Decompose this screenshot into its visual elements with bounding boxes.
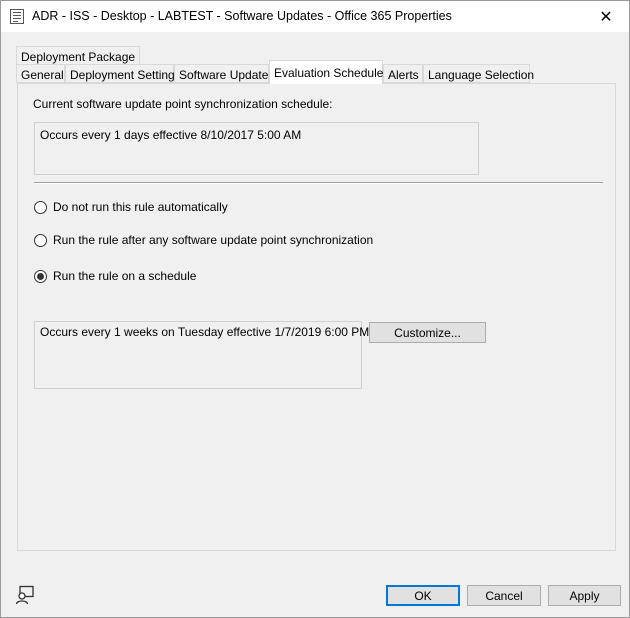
close-button[interactable]: ✕ [583, 1, 629, 32]
properties-dialog: ADR - ISS - Desktop - LABTEST - Software… [0, 0, 630, 618]
radio-button[interactable] [34, 233, 47, 247]
title-bar: ADR - ISS - Desktop - LABTEST - Software… [1, 1, 629, 32]
tab-general[interactable]: General [16, 64, 65, 83]
tab-language-selection[interactable]: Language Selection [423, 64, 534, 83]
close-icon: ✕ [599, 8, 613, 26]
rule-schedule-text: Occurs every 1 weeks on Tuesday effectiv… [40, 325, 370, 339]
radio-button[interactable] [34, 200, 47, 214]
tab-deployment-settings[interactable]: Deployment Settings [65, 64, 181, 83]
sync-schedule-text: Occurs every 1 days effective 8/10/2017 … [40, 128, 302, 142]
tab-evaluation-schedule[interactable]: Evaluation Schedule [269, 60, 383, 84]
ok-button[interactable]: OK [386, 585, 460, 606]
radio-do-not-run[interactable]: Do not run this rule automatically [34, 200, 228, 214]
radio-label: Run the rule after any software update p… [53, 233, 374, 247]
cancel-button[interactable]: Cancel [467, 585, 541, 606]
radio-run-after-sync[interactable]: Run the rule after any software update p… [34, 233, 373, 247]
radio-run-on-schedule[interactable]: Run the rule on a schedule [34, 269, 196, 283]
radio-label: Run the rule on a schedule [53, 269, 197, 283]
radio-label: Do not run this rule automatically [53, 200, 228, 214]
sync-schedule-label: Current software update point synchroniz… [33, 97, 333, 111]
help-icon[interactable] [15, 585, 35, 605]
divider [34, 182, 603, 184]
sync-schedule-box: Occurs every 1 days effective 8/10/2017 … [34, 122, 479, 175]
tab-alerts[interactable]: Alerts [383, 64, 423, 83]
tab-software-updates[interactable]: Software Updates [174, 64, 274, 83]
rule-schedule-box: Occurs every 1 weeks on Tuesday effectiv… [34, 321, 369, 389]
properties-icon [10, 9, 24, 24]
apply-button[interactable]: Apply [548, 585, 621, 606]
window-title: ADR - ISS - Desktop - LABTEST - Software… [32, 9, 452, 23]
radio-button[interactable] [34, 269, 47, 283]
evaluation-schedule-panel: Current software update point synchroniz… [17, 83, 616, 551]
customize-button[interactable]: Customize... [369, 322, 486, 343]
tab-deployment-package[interactable]: Deployment Package [16, 46, 141, 65]
